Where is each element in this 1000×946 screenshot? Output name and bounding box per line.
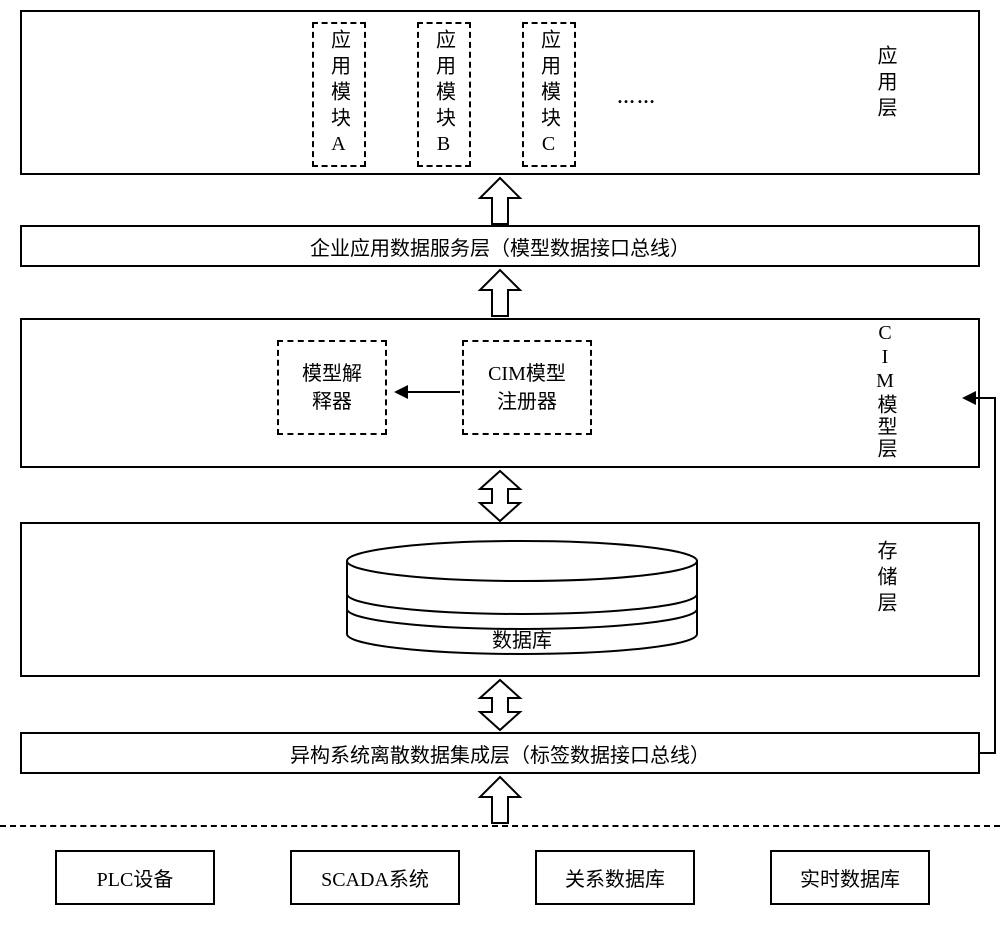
source-rtdb-label: 实时数据库 <box>800 863 900 892</box>
application-layer: 应用模块A 应用模块B 应用模块C …… <box>20 10 980 175</box>
source-scada: SCADA系统 <box>290 850 460 905</box>
app-module-a: 应用模块A <box>312 22 366 167</box>
source-plc-label: PLC设备 <box>97 863 174 892</box>
arrow-updown-icon <box>475 469 525 523</box>
cim-model-layer: 模型解释器 CIM模型注册器 <box>20 318 980 468</box>
source-rtdb: 实时数据库 <box>770 850 930 905</box>
source-plc: PLC设备 <box>55 850 215 905</box>
app-module-b-label: 应用模块B <box>430 29 459 161</box>
arrow-updown-icon <box>475 678 525 732</box>
arrow-up-icon <box>475 176 525 226</box>
app-module-c-label: 应用模块C <box>535 29 564 161</box>
model-interpreter-l2: 释器 <box>312 391 352 413</box>
model-interpreter: 模型解释器 <box>277 340 387 435</box>
divider-dashed <box>0 825 1000 827</box>
integration-layer-label: 异构系统离散数据集成层（标签数据接口总线） <box>290 739 710 768</box>
enterprise-service-label: 企业应用数据服务层（模型数据接口总线） <box>310 232 690 261</box>
cim-model-register: CIM模型注册器 <box>462 340 592 435</box>
source-reldb-label: 关系数据库 <box>565 863 665 892</box>
app-module-b: 应用模块B <box>417 22 471 167</box>
source-scada-label: SCADA系统 <box>321 863 429 892</box>
arrow-up-icon <box>475 775 525 825</box>
storage-layer: 数据库 <box>20 522 980 677</box>
ellipsis: …… <box>617 87 657 108</box>
database-label: 数据库 <box>492 629 552 652</box>
enterprise-service-layer: 企业应用数据服务层（模型数据接口总线） <box>20 225 980 267</box>
arrow-right-long-icon <box>980 390 1000 755</box>
storage-layer-label: 存储层 <box>871 540 900 618</box>
database-icon: 数据库 <box>342 539 702 669</box>
integration-layer: 异构系统离散数据集成层（标签数据接口总线） <box>20 732 980 774</box>
source-reldb: 关系数据库 <box>535 850 695 905</box>
application-layer-label: 应用层 <box>871 45 900 123</box>
arrow-up-icon <box>475 268 525 318</box>
cim-register-l2: 注册器 <box>497 391 557 413</box>
app-module-c: 应用模块C <box>522 22 576 167</box>
arrow-left-icon <box>392 382 462 402</box>
app-module-a-label: 应用模块A <box>325 29 354 161</box>
model-interpreter-l1: 模型解 <box>302 363 362 385</box>
cim-register-l1: CIM模型 <box>488 363 566 385</box>
cim-model-layer-label: CIM模型层 <box>871 322 900 460</box>
